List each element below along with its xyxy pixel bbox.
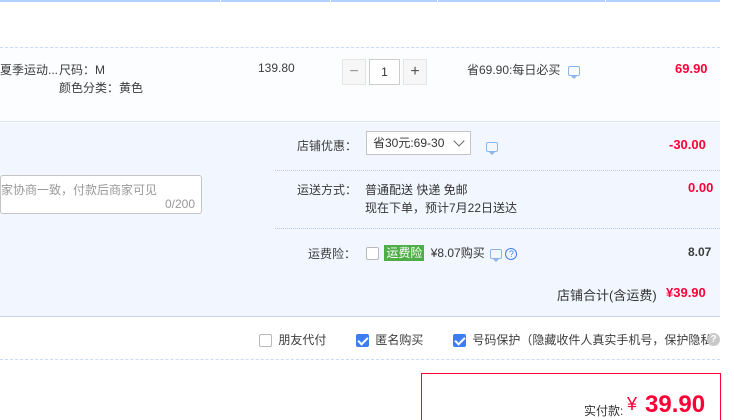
item-title[interactable]: 夏季运动... <box>0 61 58 78</box>
table-header-strip <box>0 0 720 2</box>
payment-label: 实付款: <box>584 404 624 418</box>
help-icon[interactable]: ? <box>505 247 518 260</box>
friend-pay-option[interactable]: 朋友代付 <box>259 331 326 348</box>
payment-summary-box: 实付款: ¥ 39.90 <box>421 373 721 420</box>
buyer-message-counter: 0/200 <box>164 197 195 211</box>
insurance-price: ¥8.07购买 <box>430 246 485 260</box>
item-subtotal: 69.90 <box>675 61 708 76</box>
anonymous-label: 匿名购买 <box>375 333 424 347</box>
shipping-eta: 现在下单，预计7月22日送达 <box>365 201 518 215</box>
comment-icon[interactable] <box>567 65 580 79</box>
coupon-select[interactable]: 省30元:69-30 <box>366 131 471 155</box>
friend-pay-checkbox[interactable] <box>259 334 272 348</box>
item-size-label: 尺码： <box>59 63 96 77</box>
shop-total-label: 店铺合计(含运费) <box>557 288 657 303</box>
insurance-comment-icon[interactable] <box>490 248 503 262</box>
quantity-input[interactable]: 1 <box>369 59 400 85</box>
payment-amount: 39.90 <box>645 391 706 418</box>
coupon-amount: -30.00 <box>669 137 706 152</box>
shop-total-value: ¥39.90 <box>666 285 706 300</box>
item-size-value: M <box>95 63 106 77</box>
anonymous-option[interactable]: 匿名购买 <box>356 331 423 348</box>
chevron-down-icon <box>453 135 465 147</box>
shipping-method: 普通配送 快递 免邮 <box>365 183 468 197</box>
coupon-comment-icon[interactable] <box>486 141 498 155</box>
discount-note-text: 省69.90:每日必买 <box>467 63 561 77</box>
anonymous-checkbox[interactable] <box>356 334 369 348</box>
coupon-label: 店铺优惠： <box>297 139 358 153</box>
quantity-stepper: − 1 + <box>342 59 428 85</box>
item-size: 尺码：M <box>59 61 105 78</box>
insurance-badge: 运费险 <box>384 245 425 261</box>
number-protect-checkbox[interactable] <box>453 334 466 348</box>
help-icon[interactable]: ? <box>707 333 720 346</box>
number-protect-label: 号码保护（隐藏收件人真实手机号，保护隐私） <box>472 333 725 347</box>
item-color-label: 颜色分类： <box>59 81 120 95</box>
item-unit-price: 139.80 <box>258 61 295 75</box>
buyer-message-input[interactable]: 家协商一致，付款后商家可见 0/200 <box>0 175 202 214</box>
item-discount-note: 省69.90:每日必买 <box>467 61 580 79</box>
item-color-value: 黄色 <box>119 81 144 95</box>
number-protect-option[interactable]: 号码保护（隐藏收件人真实手机号，保护隐私） <box>453 331 724 348</box>
coupon-select-value: 省30元:69-30 <box>373 136 445 150</box>
shipping-amount: 0.00 <box>688 180 714 195</box>
shipping-label: 运送方式： <box>297 183 358 197</box>
insurance-label: 运费险： <box>308 247 357 261</box>
insurance-option: 运费险 ¥8.07购买 ? <box>366 244 518 262</box>
insurance-amount: 8.07 <box>688 245 712 259</box>
insurance-checkbox[interactable] <box>366 247 379 261</box>
buyer-message-placeholder: 家协商一致，付款后商家可见 <box>1 183 158 197</box>
friend-pay-label: 朋友代付 <box>278 333 327 347</box>
quantity-increase-button[interactable]: + <box>403 59 427 85</box>
item-color: 颜色分类：黄色 <box>59 79 143 96</box>
payment-currency: ¥ <box>627 394 638 414</box>
quantity-decrease-button[interactable]: − <box>342 59 366 85</box>
